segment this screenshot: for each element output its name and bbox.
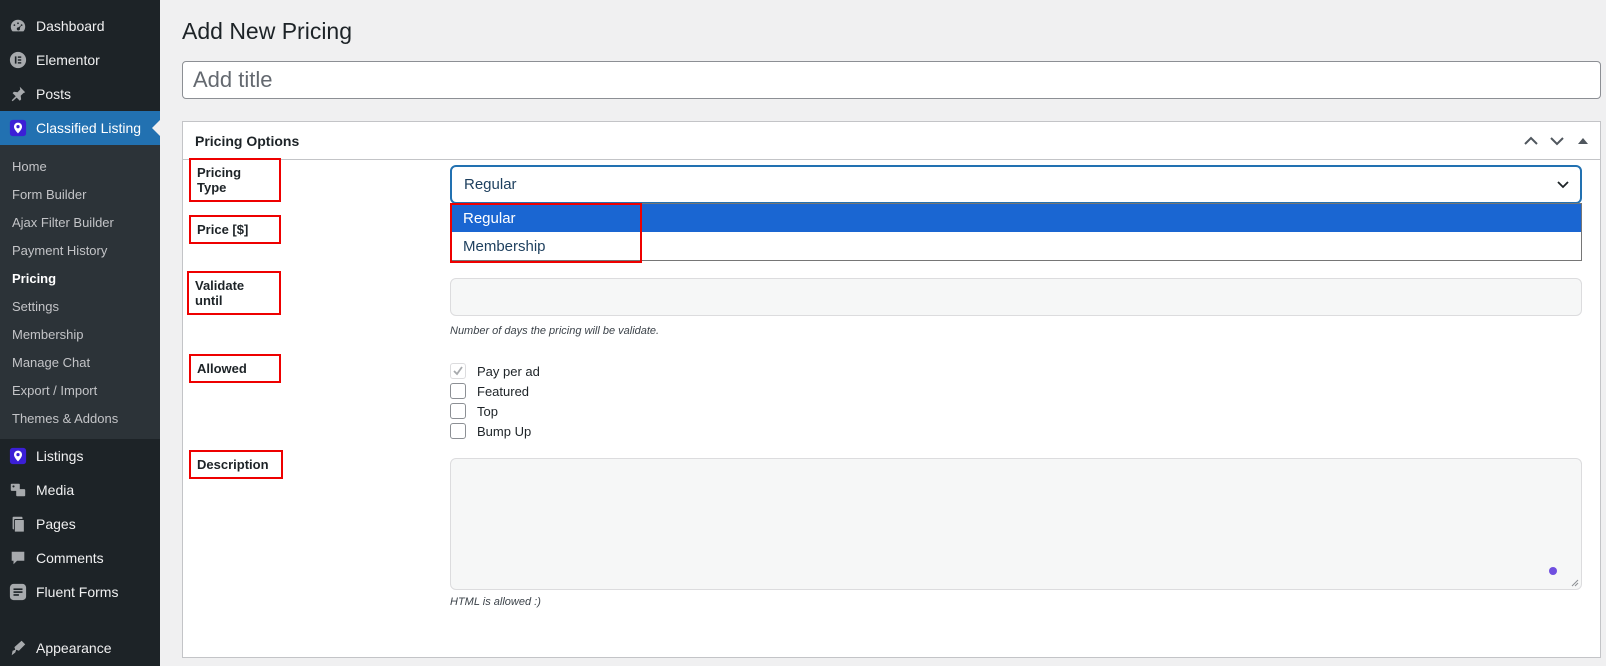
pages-icon — [8, 514, 28, 534]
options-highlight — [450, 203, 642, 263]
menu-item-pages[interactable]: Pages — [0, 507, 160, 541]
menu-label: Media — [36, 482, 75, 498]
menu-label: Fluent Forms — [36, 584, 119, 600]
select-value: Regular — [464, 176, 517, 193]
elementor-icon — [8, 50, 28, 70]
allowed-option-pay-per-ad[interactable]: Pay per ad — [450, 361, 540, 381]
menu-label: Dashboard — [36, 18, 105, 34]
submenu-item-settings[interactable]: Settings — [0, 292, 160, 320]
menu-item-posts[interactable]: Posts — [0, 77, 160, 111]
collapse-toggle-icon[interactable] — [1572, 131, 1594, 151]
checkbox-label: Bump Up — [477, 423, 532, 439]
submenu-item-export-import[interactable]: Export / Import — [0, 376, 160, 404]
validate-hint: Number of days the pricing will be valid… — [450, 325, 660, 337]
submenu-item-payment-history[interactable]: Payment History — [0, 236, 160, 264]
comments-icon — [8, 548, 28, 568]
main-content: Add New Pricing Pricing Options Pricing … — [160, 0, 1606, 666]
classified-listing-icon — [8, 118, 28, 138]
classified-listing-submenu: Home Form Builder Ajax Filter Builder Pa… — [0, 145, 160, 439]
listings-icon — [8, 446, 28, 466]
allowed-option-bump-up[interactable]: Bump Up — [450, 421, 540, 441]
checkbox-label: Top — [477, 403, 498, 419]
description-hint: HTML is allowed :) — [450, 596, 541, 608]
menu-label: Elementor — [36, 52, 100, 68]
postbox-title: Pricing Options — [195, 132, 300, 149]
checkbox[interactable] — [450, 383, 466, 399]
validate-until-label: Validate until — [187, 271, 281, 315]
menu-item-appearance[interactable]: Appearance — [0, 631, 160, 665]
checkbox-label: Featured — [477, 383, 530, 399]
menu-label: Pages — [36, 516, 76, 532]
menu-item-comments[interactable]: Comments — [0, 541, 160, 575]
pin-icon — [8, 84, 28, 104]
submenu-item-ajax-filter-builder[interactable]: Ajax Filter Builder — [0, 208, 160, 236]
fluent-forms-icon — [8, 582, 28, 602]
menu-item-elementor[interactable]: Elementor — [0, 43, 160, 77]
menu-label: Classified Listing — [36, 120, 142, 136]
admin-sidebar: Dashboard Elementor Posts Classified Lis… — [0, 0, 160, 666]
menu-item-classified-listing[interactable]: Classified Listing — [0, 111, 160, 145]
appearance-icon — [8, 638, 28, 658]
validate-until-input[interactable] — [450, 278, 1582, 316]
checkbox[interactable] — [450, 403, 466, 419]
pricing-type-label: Pricing Type — [189, 158, 281, 202]
allowed-option-top[interactable]: Top — [450, 401, 540, 421]
checkbox-label: Pay per ad — [477, 363, 540, 379]
checkbox[interactable] — [450, 423, 466, 439]
pricing-type-select[interactable]: Regular — [450, 165, 1582, 204]
chevron-down-icon — [1557, 181, 1569, 189]
description-textarea[interactable] — [450, 458, 1582, 590]
title-input[interactable] — [182, 61, 1601, 99]
dashboard-icon — [8, 16, 28, 36]
postbox-header: Pricing Options — [183, 122, 1600, 160]
submenu-item-themes-addons[interactable]: Themes & Addons — [0, 404, 160, 432]
resize-handle-icon[interactable] — [1571, 579, 1579, 587]
media-icon — [8, 480, 28, 500]
menu-label: Appearance — [36, 640, 112, 656]
allowed-label: Allowed — [189, 354, 281, 383]
menu-label: Comments — [36, 550, 104, 566]
allowed-option-featured[interactable]: Featured — [450, 381, 540, 401]
menu-item-fluent-forms[interactable]: Fluent Forms — [0, 575, 160, 609]
description-label: Description — [189, 450, 283, 479]
submenu-item-form-builder[interactable]: Form Builder — [0, 180, 160, 208]
page-title: Add New Pricing — [182, 18, 353, 44]
move-down-icon[interactable] — [1546, 131, 1568, 151]
allowed-checkbox-group: Pay per ad Featured Top Bump Up — [450, 361, 540, 441]
postbox-controls — [1520, 131, 1594, 151]
menu-label: Posts — [36, 86, 72, 102]
submenu-item-home[interactable]: Home — [0, 152, 160, 180]
checkmark-icon — [453, 366, 463, 376]
price-label: Price [$] — [189, 215, 281, 244]
menu-item-listings[interactable]: Listings — [0, 439, 160, 473]
menu-item-dashboard[interactable]: Dashboard — [0, 9, 160, 43]
checkbox[interactable] — [450, 363, 466, 379]
move-up-icon[interactable] — [1520, 131, 1542, 151]
submenu-item-membership[interactable]: Membership — [0, 320, 160, 348]
menu-item-media[interactable]: Media — [0, 473, 160, 507]
submenu-item-pricing[interactable]: Pricing — [0, 264, 160, 292]
pricing-options-box: Pricing Options Pricing Type Price [$] V… — [182, 121, 1601, 658]
assistant-dot-icon — [1549, 567, 1557, 575]
menu-label: Listings — [36, 448, 84, 464]
submenu-item-manage-chat[interactable]: Manage Chat — [0, 348, 160, 376]
